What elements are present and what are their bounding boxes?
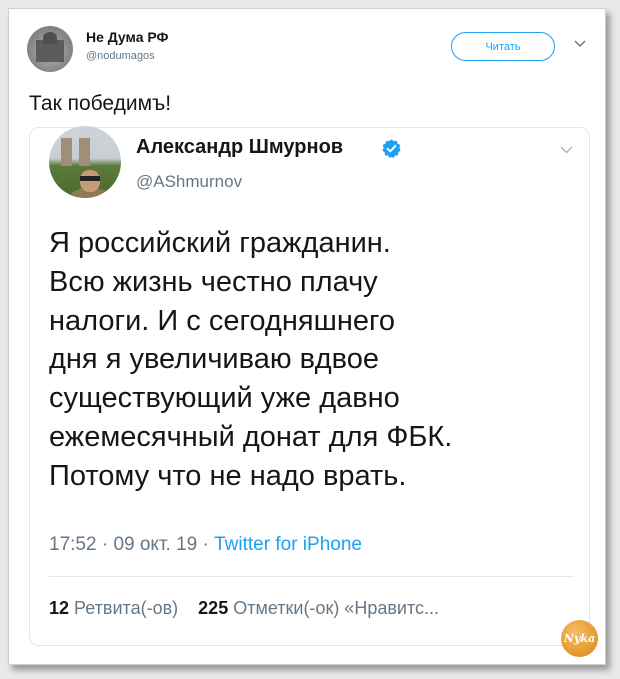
quoted-author-handle[interactable]: @AShmurnov bbox=[136, 172, 242, 192]
quoted-tweet-text: Я российский гражданин. Всю жизнь честно… bbox=[49, 227, 453, 492]
avatar-head bbox=[80, 170, 100, 192]
quoted-author-name[interactable]: Александр Шмурнов bbox=[136, 136, 343, 159]
avatar-dome-shape bbox=[43, 32, 57, 44]
divider bbox=[49, 576, 574, 577]
avatar-tower-left bbox=[61, 138, 72, 166]
author-name[interactable]: Не Дума РФ bbox=[86, 29, 168, 45]
tweet-source-link[interactable]: Twitter for iPhone bbox=[214, 534, 362, 555]
likes-stat[interactable]: 225 Отметки(-ок) «Нравитс... bbox=[198, 598, 439, 618]
follow-button[interactable]: Читать bbox=[451, 32, 555, 61]
tweet-stats: 12 Ретвита(-ов) 225 Отметки(-ок) «Нравит… bbox=[49, 598, 439, 619]
meta-separator: · bbox=[197, 534, 215, 555]
quoted-author-avatar[interactable] bbox=[49, 126, 121, 198]
watermark-logo: Nyka bbox=[561, 620, 598, 657]
tweet-date[interactable]: 09 окт. 19 bbox=[113, 534, 197, 555]
chevron-down-icon[interactable] bbox=[574, 40, 586, 48]
verified-badge-icon bbox=[382, 139, 401, 158]
author-handle[interactable]: @nodumagos bbox=[86, 50, 155, 62]
likes-count: 225 bbox=[198, 598, 229, 618]
author-avatar[interactable] bbox=[27, 26, 73, 72]
likes-label: Отметки(-ок) «Нравитс... bbox=[233, 598, 440, 618]
tweet-meta: 17:52 · 09 окт. 19 · Twitter for iPhone bbox=[49, 534, 362, 556]
retweets-stat[interactable]: 12 Ретвита(-ов) bbox=[49, 598, 178, 618]
avatar-tower-right bbox=[79, 138, 90, 166]
retweets-count: 12 bbox=[49, 598, 70, 618]
avatar-sunglasses bbox=[80, 176, 100, 181]
tweet-time[interactable]: 17:52 bbox=[49, 534, 97, 555]
meta-separator: · bbox=[96, 534, 114, 555]
chevron-down-icon[interactable] bbox=[560, 146, 573, 154]
retweets-label: Ретвита(-ов) bbox=[74, 598, 179, 618]
tweet-text: Так победимъ! bbox=[29, 92, 172, 115]
